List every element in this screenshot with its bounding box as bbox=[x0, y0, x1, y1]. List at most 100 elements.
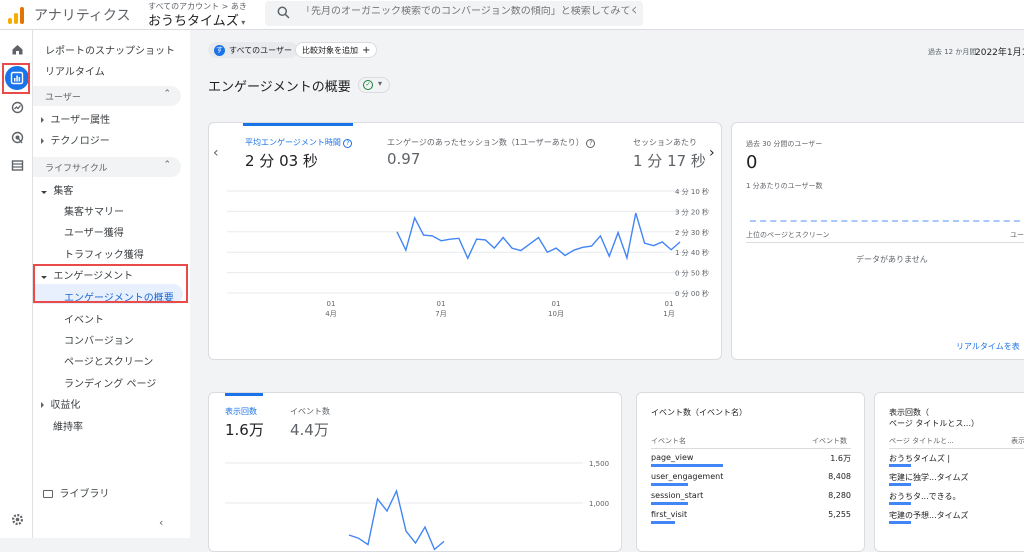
metric-per-session-label[interactable]: セッションあたり bbox=[633, 137, 697, 148]
view-realtime-link[interactable]: リアルタイムを表 bbox=[956, 341, 1020, 352]
settings-gear-icon[interactable] bbox=[8, 510, 26, 528]
event-name: first_visit bbox=[651, 510, 688, 519]
nav-landing-page[interactable]: ランディング ページ bbox=[64, 375, 156, 390]
nav-user-attributes[interactable]: ユーザー属性 bbox=[41, 111, 110, 126]
page-views-col-views: 表示 bbox=[1011, 437, 1024, 445]
page-views-title-1: 表示回数（ bbox=[889, 408, 929, 417]
metric-engaged-sessions-tab[interactable]: エンゲージのあったセッション数（1ユーザーあたり） ? bbox=[387, 137, 596, 148]
nav-realtime[interactable]: リアルタイム bbox=[45, 63, 105, 78]
expand-arrow-icon bbox=[41, 117, 44, 123]
nav-retention[interactable]: 維持率 bbox=[53, 418, 83, 433]
account-name: おうちタイムズ bbox=[148, 14, 239, 29]
advertising-icon[interactable] bbox=[8, 128, 26, 146]
date-range-value[interactable]: 2022年1月12 bbox=[975, 45, 1024, 58]
explore-icon[interactable] bbox=[8, 98, 26, 116]
event-count: 1.6万 bbox=[830, 454, 851, 463]
user-avatar-icon: す bbox=[214, 44, 225, 56]
page-views-bar bbox=[889, 502, 911, 505]
y-tick-label: 4 分 10 秒 bbox=[675, 187, 709, 196]
y-tick-label: 0 分 00 秒 bbox=[675, 289, 709, 298]
events-col-count: イベント数 bbox=[812, 437, 847, 445]
events-card-title: イベント数（イベント名） bbox=[651, 408, 747, 417]
x-tick-month: 7月 bbox=[435, 310, 446, 318]
section-user-label: ユーザー bbox=[45, 93, 81, 103]
metric-avg-engagement-tab[interactable]: 平均エンゲージメント時間 ? bbox=[245, 137, 353, 148]
event-count: 5,255 bbox=[828, 510, 851, 519]
x-tick-month: 1月 bbox=[663, 310, 674, 318]
tab-event-count[interactable]: イベント数 bbox=[290, 406, 330, 417]
top-bar: アナリティクス すべてのアカウント > あき おうちタイムズ ▾ bbox=[0, 0, 1024, 30]
help-icon: ? bbox=[586, 139, 596, 148]
nav-library-label: ライブラリ bbox=[59, 489, 110, 500]
expand-arrow-icon bbox=[41, 138, 44, 144]
nav-snapshot[interactable]: レポートのスナップショット bbox=[45, 42, 175, 57]
event-count-value: 4.4万 bbox=[290, 421, 329, 439]
table-row[interactable]: first_visit 5,255 bbox=[651, 508, 851, 527]
home-icon[interactable] bbox=[8, 40, 26, 58]
next-metric-chevron-icon[interactable]: › bbox=[709, 145, 715, 161]
metric-engaged-sessions-label: エンゲージのあったセッション数（1ユーザーあたり） bbox=[387, 138, 584, 147]
view-count-card: 表示回数 1.6万 イベント数 4.4万 1,500 1,000 bbox=[208, 392, 622, 552]
page-title-cell: 宅建の予想...タイムズ bbox=[889, 511, 969, 520]
table-row[interactable]: page_view 1.6万 bbox=[651, 451, 851, 470]
page-views-title-2: ページ タイトルとス...） bbox=[889, 419, 980, 428]
page-views-bar bbox=[889, 464, 911, 467]
nav-technology[interactable]: テクノロジー bbox=[41, 132, 110, 147]
y-tick-label: 2 分 30 秒 bbox=[675, 228, 709, 237]
prev-metric-chevron-icon[interactable]: ‹ bbox=[213, 145, 219, 161]
dropdown-caret-icon: ▾ bbox=[238, 18, 246, 27]
engagement-metrics-card: ‹ › 平均エンゲージメント時間 ? 2 分 03 秒 エンゲージのあったセッシ… bbox=[208, 122, 722, 360]
nav-monetization[interactable]: 収益化 bbox=[41, 396, 80, 411]
search-bar[interactable] bbox=[265, 1, 643, 26]
table-row[interactable]: 宅建の予想...タイムズ bbox=[889, 508, 1024, 527]
section-lifecycle[interactable]: ライフサイクル ⌃ bbox=[33, 157, 181, 177]
page-title-cell: 宅建に独学...タイムズ bbox=[889, 473, 969, 482]
table-row[interactable]: session_start 8,280 bbox=[651, 489, 851, 508]
status-dropdown[interactable]: ✓ ▾ bbox=[358, 77, 390, 93]
table-row[interactable]: 宅建に独学...タイムズ bbox=[889, 470, 1024, 489]
nav-events[interactable]: イベント bbox=[64, 311, 104, 326]
icon-rail bbox=[0, 30, 33, 538]
event-name: session_start bbox=[651, 491, 704, 500]
add-comparison-button[interactable]: 比較対象を追加 + bbox=[295, 42, 378, 58]
section-user[interactable]: ユーザー ⌃ bbox=[33, 86, 181, 106]
realtime-per-minute: 1 分あたりのユーザー数 bbox=[746, 182, 823, 190]
active-metric-indicator bbox=[243, 123, 353, 126]
all-users-label: すべてのユーザー bbox=[229, 45, 292, 55]
x-tick-month: 4月 bbox=[325, 310, 336, 318]
realtime-bars bbox=[750, 220, 1024, 222]
y-tick-label: 1,500 bbox=[589, 460, 609, 468]
all-users-chip[interactable]: す すべてのユーザー bbox=[208, 42, 298, 58]
help-icon: ? bbox=[343, 139, 353, 148]
nav-acquisition-summary[interactable]: 集客サマリー bbox=[64, 203, 124, 218]
list-icon[interactable] bbox=[8, 156, 26, 174]
search-input[interactable] bbox=[301, 6, 636, 17]
x-tick-day: 01 bbox=[437, 300, 446, 308]
nav-pages-screens[interactable]: ページとスクリーン bbox=[64, 353, 153, 368]
nav-monetization-label: 収益化 bbox=[50, 400, 81, 411]
chevron-down-icon: ▾ bbox=[378, 79, 383, 88]
nav-traffic-acquisition[interactable]: トラフィック獲得 bbox=[64, 246, 144, 261]
page-title: エンゲージメントの概要 bbox=[208, 80, 351, 95]
nav-acquisition[interactable]: 集客 bbox=[41, 182, 73, 197]
nav-conversions[interactable]: コンバージョン bbox=[64, 332, 134, 347]
tab-views[interactable]: 表示回数 bbox=[225, 406, 257, 417]
x-tick-day: 01 bbox=[327, 300, 336, 308]
y-tick-label: 1 分 40 秒 bbox=[675, 248, 709, 257]
table-row[interactable]: おうちタイムズ | bbox=[889, 451, 1024, 470]
divider bbox=[889, 448, 1024, 449]
no-data-message: データがありません bbox=[856, 255, 928, 264]
page-views-bar bbox=[889, 521, 911, 524]
events-col-name: イベント名 bbox=[651, 437, 686, 445]
table-row[interactable]: おうちタ...できる。 bbox=[889, 489, 1024, 508]
active-tab-indicator bbox=[225, 393, 263, 396]
table-row[interactable]: user_engagement 8,408 bbox=[651, 470, 851, 489]
account-selector[interactable]: おうちタイムズ ▾ bbox=[148, 10, 245, 29]
realtime-table-col1: 上位のページとスクリーン bbox=[746, 231, 830, 239]
nav-user-acquisition[interactable]: ユーザー獲得 bbox=[64, 224, 124, 239]
expand-arrow-icon bbox=[41, 402, 44, 408]
collapse-nav-icon[interactable]: ‹ bbox=[159, 516, 163, 529]
nav-library[interactable]: ライブラリ bbox=[43, 485, 109, 500]
nav-user-attributes-label: ユーザー属性 bbox=[50, 115, 111, 126]
y-tick-label: 0 分 50 秒 bbox=[675, 269, 709, 278]
